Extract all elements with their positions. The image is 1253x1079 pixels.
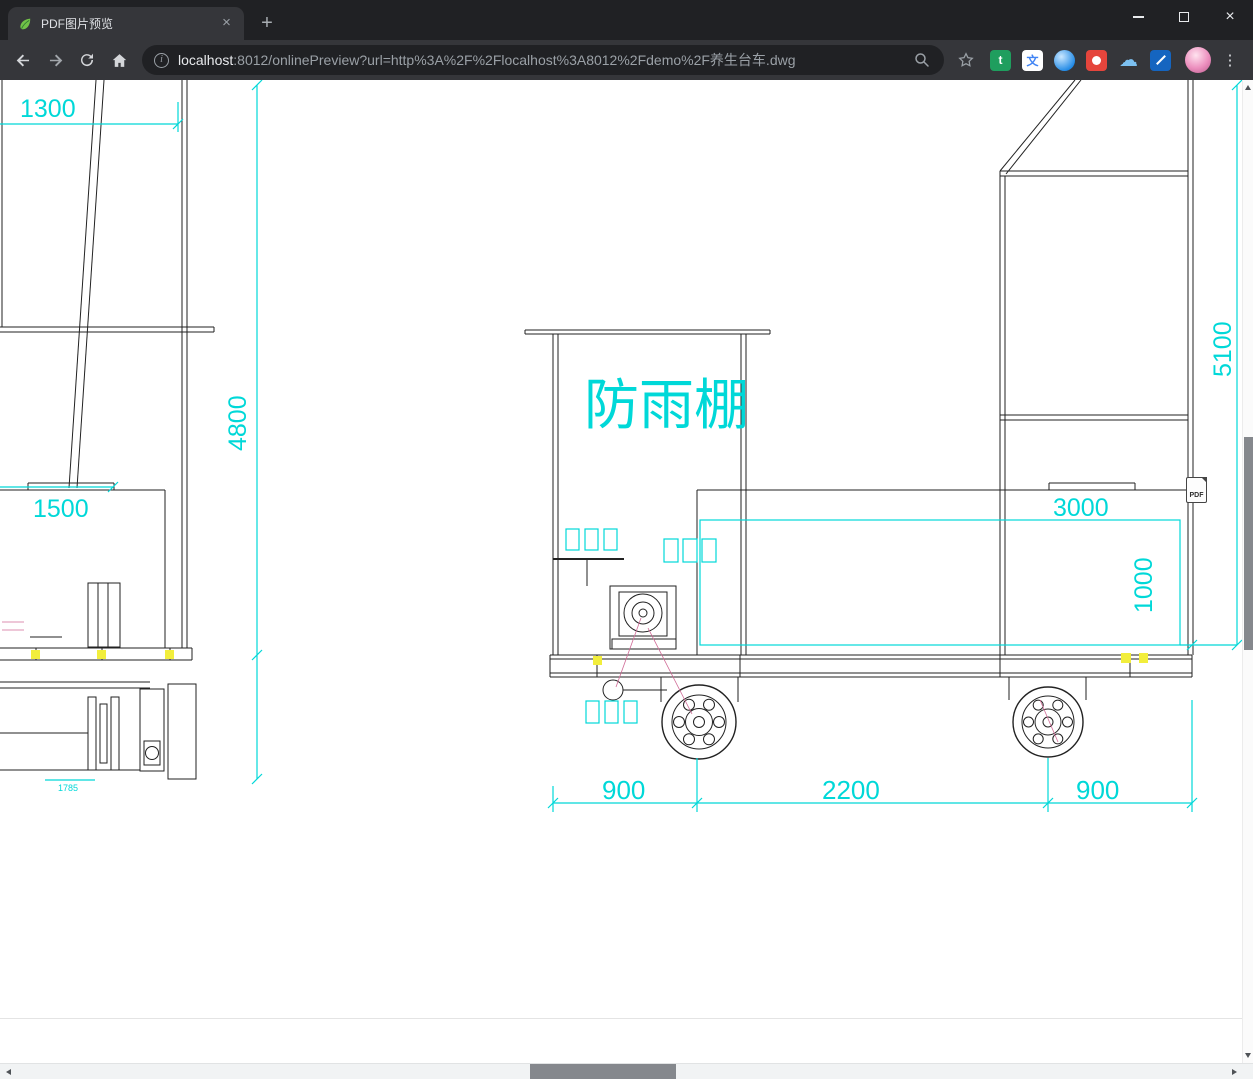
- page-content: 1300 4800 1500 1785 防雨棚 3000 1000 5100 9…: [0, 80, 1253, 1063]
- extension-icon-6[interactable]: [1150, 49, 1171, 71]
- scrollbar-corner: [1242, 1064, 1253, 1079]
- right-arrow-icon: [1231, 1068, 1237, 1075]
- dim-4800-label: 4800: [224, 395, 252, 451]
- horizontal-scrollbar-thumb[interactable]: [530, 1064, 676, 1079]
- scroll-down-arrow[interactable]: [1245, 1053, 1251, 1058]
- canopy-label: 防雨棚: [584, 374, 749, 436]
- browser-tab[interactable]: PDF图片预览 ×: [8, 7, 244, 40]
- reference-lines: [2, 617, 1059, 743]
- dim-1000-label: 1000: [1130, 557, 1158, 613]
- tab-title: PDF图片预览: [41, 17, 114, 31]
- url-path: :8012/onlinePreview?url=http%3A%2F%2Floc…: [233, 52, 796, 68]
- cad-drawing: 1300 4800 1500 1785 防雨棚 3000 1000 5100 9…: [0, 80, 1242, 812]
- extension-4-dot: [1092, 55, 1101, 65]
- new-tab-button[interactable]: +: [252, 8, 282, 38]
- dimension-labels: 1300 4800 1500 1785 防雨棚 3000 1000 5100 9…: [20, 95, 1237, 805]
- extension-icon-4[interactable]: [1086, 49, 1107, 71]
- dim-2200-label: 2200: [822, 775, 880, 805]
- dim-1500-label: 1500: [33, 495, 89, 523]
- extension-6-glyph: [1155, 55, 1166, 65]
- site-info-icon[interactable]: i: [154, 52, 169, 68]
- scroll-right-arrow[interactable]: [1226, 1064, 1242, 1079]
- horizontal-scrollbar[interactable]: [0, 1063, 1253, 1079]
- dim-1300-label: 1300: [20, 95, 76, 123]
- window-maximize-button[interactable]: [1161, 0, 1207, 34]
- scroll-up-arrow[interactable]: [1245, 85, 1251, 90]
- url-host: localhost: [178, 52, 234, 68]
- forward-button[interactable]: [40, 45, 70, 75]
- close-icon: ×: [1225, 8, 1235, 25]
- dimension-lines: [0, 80, 1242, 812]
- zoom-indicator-button[interactable]: [912, 51, 932, 69]
- browser-titlebar: PDF图片预览 × + ×: [0, 0, 1253, 40]
- window-controls: ×: [1115, 0, 1253, 34]
- vertical-scrollbar-thumb[interactable]: [1244, 437, 1253, 650]
- bookmark-star-button[interactable]: [952, 46, 980, 74]
- maximize-icon: [1179, 12, 1189, 22]
- magnifier-icon: [915, 53, 929, 67]
- extension-icon-1[interactable]: t: [990, 49, 1011, 71]
- browser-toolbar: i localhost:8012/onlinePreview?url=http%…: [0, 40, 1253, 80]
- pdf-file-icon[interactable]: PDF: [1186, 477, 1207, 503]
- dim-5100-label: 5100: [1209, 321, 1237, 377]
- cloud-extension-icon[interactable]: ☁: [1118, 50, 1139, 71]
- reload-icon: [81, 53, 94, 67]
- reload-button[interactable]: [72, 45, 102, 75]
- extensions-row: t 文 ☁: [990, 49, 1171, 71]
- extension-icon-3[interactable]: [1054, 49, 1075, 71]
- dim-1785-label: 1785: [58, 783, 78, 793]
- tab-close-icon[interactable]: ×: [218, 15, 235, 32]
- home-icon: [112, 53, 126, 67]
- highlight-marks: [31, 650, 1148, 665]
- back-button[interactable]: [8, 45, 38, 75]
- dim-900-right-label: 900: [1076, 775, 1119, 805]
- scroll-left-arrow[interactable]: [0, 1064, 16, 1079]
- translate-extension-icon[interactable]: 文: [1022, 49, 1043, 71]
- address-bar[interactable]: i localhost:8012/onlinePreview?url=http%…: [142, 45, 944, 75]
- forward-arrow-icon: [49, 53, 62, 67]
- left-arrow-icon: [5, 1068, 11, 1075]
- vertical-scrollbar[interactable]: [1242, 80, 1253, 1063]
- browser-menu-button[interactable]: ⋮: [1217, 47, 1243, 73]
- spring-leaf-favicon: [17, 16, 33, 32]
- dim-900-left-label: 900: [602, 775, 645, 805]
- page-bottom-divider: [0, 1018, 1242, 1019]
- profile-avatar[interactable]: [1185, 47, 1211, 73]
- back-arrow-icon: [16, 53, 29, 67]
- dim-3000-label: 3000: [1053, 494, 1109, 522]
- minimize-icon: [1132, 16, 1144, 18]
- home-button[interactable]: [104, 45, 134, 75]
- url-text: localhost:8012/onlinePreview?url=http%3A…: [178, 50, 903, 70]
- window-minimize-button[interactable]: [1115, 0, 1161, 34]
- star-icon: [958, 52, 974, 67]
- window-close-button[interactable]: ×: [1207, 0, 1253, 34]
